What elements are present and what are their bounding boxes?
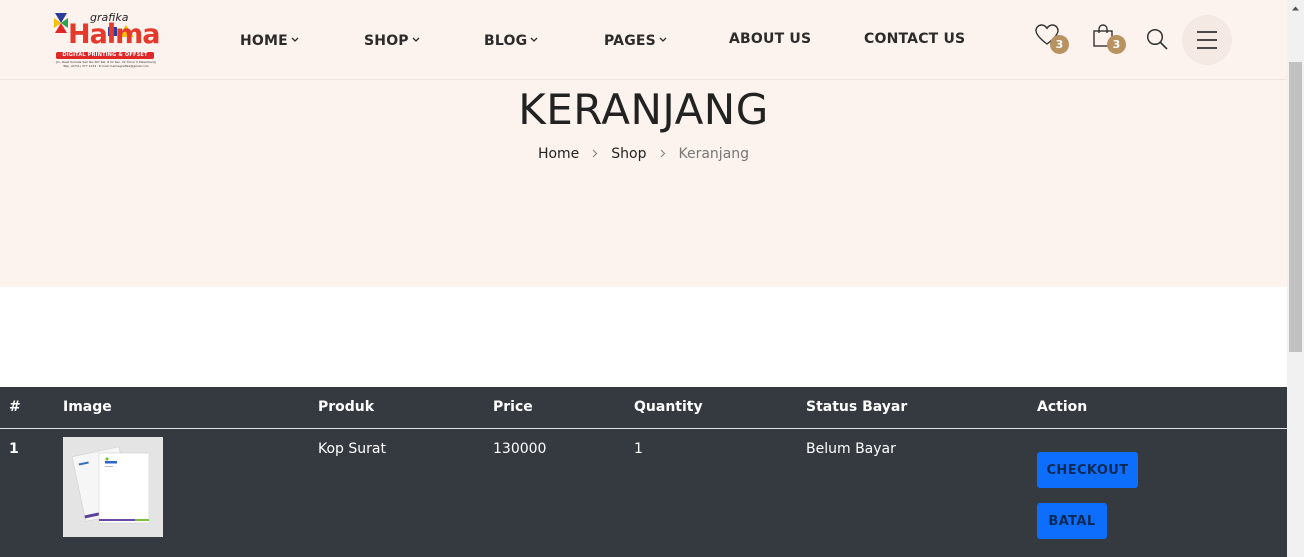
checkout-button[interactable]: CHECKOUT — [1037, 452, 1138, 488]
logo-tagline: DIGITAL PRINTING & OFFSET — [56, 52, 154, 59]
breadcrumb-current: Keranjang — [678, 146, 750, 162]
nav-item-contact-us[interactable]: CONTACT US — [864, 31, 965, 47]
nav-item-about-us[interactable]: ABOUT US — [729, 31, 811, 47]
search-button[interactable] — [1146, 28, 1176, 58]
cart-button[interactable]: 3 — [1092, 24, 1126, 54]
chevron-down-icon — [412, 31, 420, 47]
page-title: KERANJANG — [518, 85, 769, 134]
cart-count-badge: 3 — [1107, 35, 1126, 54]
chevron-right-icon — [660, 146, 666, 162]
column-header-action: Action — [1037, 399, 1088, 415]
vertical-scrollbar[interactable] — [1287, 0, 1304, 557]
payment-status: Belum Bayar — [806, 441, 896, 457]
wishlist-count-badge: 3 — [1050, 35, 1069, 54]
column-header-price: Price — [493, 399, 533, 415]
scroll-up-arrow-icon[interactable] — [1287, 0, 1304, 17]
nav-item-pages[interactable]: PAGES — [604, 31, 667, 49]
product-name: Kop Surat — [318, 441, 386, 457]
nav-item-home[interactable]: HOME — [240, 31, 299, 49]
logo-contact: Telp. (0711) 377 1134 · E-mail: halmagra… — [63, 64, 149, 68]
nav-item-label: ABOUT US — [729, 31, 812, 47]
nav-item-blog[interactable]: BLOG — [484, 31, 538, 49]
nav-item-shop[interactable]: SHOP — [364, 31, 420, 49]
page-hero: KERANJANG Home Shop Keranjang — [0, 80, 1287, 287]
column-header-number: # — [9, 399, 21, 415]
site-header: grafika Halma DIGITAL PRINTING & OFFSET … — [0, 0, 1287, 80]
nav-item-label: SHOP — [364, 33, 409, 49]
breadcrumb-home[interactable]: Home — [538, 146, 579, 162]
chevron-down-icon — [291, 31, 299, 47]
wishlist-button[interactable]: 3 — [1035, 24, 1069, 54]
column-header-quantity: Quantity — [634, 399, 703, 415]
letterhead-image — [63, 437, 163, 537]
nav-item-label: BLOG — [484, 33, 528, 49]
page: grafika Halma DIGITAL PRINTING & OFFSET … — [0, 0, 1287, 557]
breadcrumb: Home Shop Keranjang — [0, 146, 1287, 162]
cart-table: # Image Produk Price Quantity Status Bay… — [0, 387, 1287, 557]
product-quantity: 1 — [634, 441, 643, 457]
product-image — [63, 437, 163, 537]
nav-item-label: CONTACT US — [864, 31, 966, 47]
search-icon — [1146, 28, 1168, 50]
menu-button[interactable] — [1182, 15, 1232, 65]
breadcrumb-shop[interactable]: Shop — [611, 146, 646, 162]
logo-main-word: Halma — [68, 19, 160, 50]
column-header-product: Produk — [318, 399, 375, 415]
scrollbar-thumb[interactable] — [1289, 62, 1302, 352]
chevron-right-icon — [592, 146, 598, 162]
site-logo[interactable]: grafika Halma DIGITAL PRINTING & OFFSET … — [54, 11, 160, 69]
column-header-status: Status Bayar — [806, 399, 908, 415]
row-number: 1 — [9, 441, 19, 457]
nav-item-label: HOME — [240, 33, 288, 49]
product-price: 130000 — [493, 441, 547, 457]
hamburger-menu-icon — [1197, 31, 1217, 49]
nav-item-label: PAGES — [604, 33, 656, 49]
table-header: # Image Produk Price Quantity Status Bay… — [0, 387, 1287, 429]
cancel-button[interactable]: BATAL — [1037, 503, 1107, 539]
column-header-image: Image — [63, 399, 112, 415]
chevron-down-icon — [530, 31, 538, 47]
chevron-down-icon — [659, 31, 667, 47]
